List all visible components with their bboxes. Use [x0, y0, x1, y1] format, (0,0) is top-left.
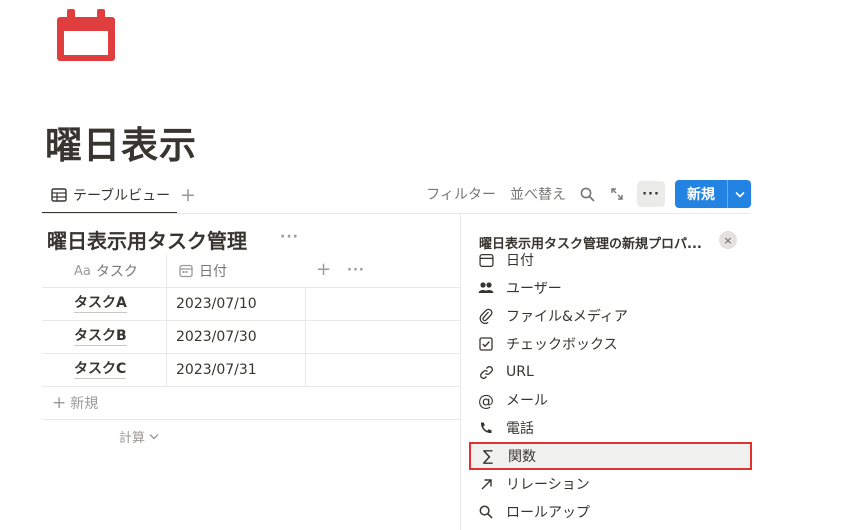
close-icon[interactable]: × — [719, 231, 737, 249]
property-type-files[interactable]: ファイル&メディア — [469, 302, 752, 330]
task-cell[interactable]: タスクA — [42, 288, 166, 320]
calc-label: 計算 — [119, 430, 146, 446]
property-type-checkbox[interactable]: チェックボックス — [469, 330, 752, 358]
database-title[interactable]: 曜日表示用タスク管理 — [47, 225, 247, 254]
column-more-button[interactable]: ··· — [347, 263, 365, 278]
property-type-relation[interactable]: リレーション — [469, 470, 752, 498]
add-column-button[interactable]: + — [316, 259, 331, 280]
new-button[interactable]: 新規 — [675, 180, 751, 208]
table-row[interactable]: タスクC 2023/07/31 — [42, 354, 460, 387]
tab-label: テーブルビュー — [73, 188, 171, 204]
sigma-icon: ∑ — [482, 447, 494, 465]
table-header: Aa タスク 日付 + ··· — [42, 254, 460, 288]
tab-table-view[interactable]: テーブルビュー — [42, 178, 177, 214]
column-header-task[interactable]: Aa タスク — [42, 255, 166, 288]
table-row[interactable]: タスクA 2023/07/10 — [42, 288, 460, 321]
calculate-button[interactable]: 計算 — [42, 420, 460, 452]
text-type-icon: Aa — [74, 263, 91, 279]
calendar-small-icon — [179, 264, 193, 278]
phone-icon — [477, 419, 495, 437]
expand-icon[interactable] — [606, 183, 628, 205]
filter-button[interactable]: フィルター — [426, 184, 496, 204]
property-type-date[interactable]: 日付 — [469, 250, 752, 274]
table-row[interactable]: タスクB 2023/07/30 — [42, 321, 460, 354]
database-table: Aa タスク 日付 + ··· タスクA 2023/07/10 タスクB 202… — [42, 254, 460, 452]
link-icon — [477, 363, 495, 381]
add-view-button[interactable]: + — [180, 184, 196, 206]
sort-button[interactable]: 並べ替え — [510, 184, 566, 204]
add-row-label: 新規 — [70, 396, 99, 412]
chevron-down-icon[interactable] — [727, 180, 751, 208]
task-cell[interactable]: タスクB — [42, 321, 166, 353]
column-label: 日付 — [199, 264, 227, 280]
calendar-icon[interactable] — [55, 7, 117, 63]
new-button-label[interactable]: 新規 — [675, 180, 727, 208]
page-title[interactable]: 曜日表示 — [45, 115, 197, 169]
property-type-url[interactable]: URL — [469, 358, 752, 386]
date-cell[interactable]: 2023/07/31 — [166, 354, 306, 386]
search-icon — [477, 503, 495, 521]
calendar-small-icon — [477, 251, 495, 269]
chevron-down-icon — [149, 433, 159, 439]
database-more-button[interactable]: ··· — [280, 229, 299, 245]
arrow-up-right-icon — [477, 475, 495, 493]
search-icon[interactable] — [576, 183, 598, 205]
people-icon — [477, 279, 495, 297]
property-type-formula[interactable]: ∑ 関数 — [469, 442, 752, 470]
property-type-phone[interactable]: 電話 — [469, 414, 752, 442]
plus-icon: + — [52, 393, 67, 413]
more-options-button[interactable]: ··· — [637, 181, 665, 207]
column-header-date[interactable]: 日付 — [166, 254, 306, 288]
view-bar: テーブルビュー + フィルター 並べ替え ··· 新規 — [42, 178, 751, 214]
at-icon: @ — [478, 390, 494, 410]
column-label: タスク — [95, 264, 138, 280]
task-cell[interactable]: タスクC — [42, 354, 166, 386]
toolbar: フィルター 並べ替え ··· 新規 — [426, 180, 751, 208]
property-type-email[interactable]: @ メール — [469, 386, 752, 414]
property-type-rollup[interactable]: ロールアップ — [469, 498, 752, 526]
paperclip-icon — [477, 307, 495, 325]
date-cell[interactable]: 2023/07/30 — [166, 321, 306, 353]
add-row-button[interactable]: + 新規 — [42, 387, 460, 420]
table-icon — [51, 188, 67, 202]
date-cell[interactable]: 2023/07/10 — [166, 288, 306, 320]
property-type-list: 日付 ユーザー ファイル&メディア チェックボックス URL @ メール 電話 … — [469, 250, 752, 530]
property-type-person[interactable]: ユーザー — [469, 274, 752, 302]
new-property-panel: 曜日表示用タスク管理の新規プロパ... × 日付 ユーザー ファイル&メディア … — [460, 214, 752, 530]
checkbox-icon — [477, 335, 495, 353]
